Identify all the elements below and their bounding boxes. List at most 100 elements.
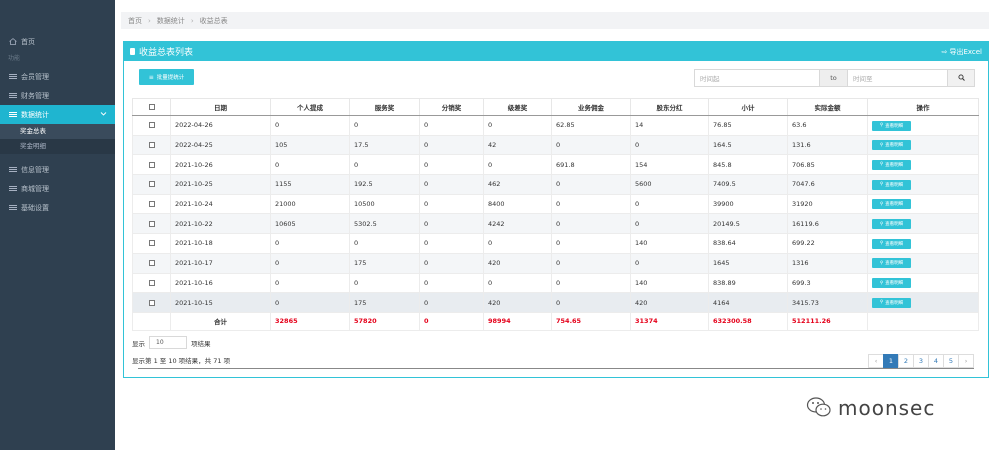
table-cell: 140 — [630, 272, 709, 294]
table-cell: 0 — [270, 272, 350, 294]
select-all-checkbox[interactable] — [132, 98, 171, 116]
table-cell: 0 — [630, 213, 709, 235]
table-cell: 462 — [483, 174, 552, 195]
action-cell: ⚲ 查看明细 — [867, 134, 979, 156]
row-checkbox[interactable] — [132, 134, 171, 156]
table-cell: 0 — [270, 252, 350, 274]
pagination: ‹ 1 2 3 4 5 › — [868, 354, 974, 368]
breadcrumb: 首页 › 数据统计 › 收益总表 — [121, 12, 989, 29]
table-row: 2021-10-16 0 0 0 0 0 140 838.89 699.3 ⚲ 查看明细 — [132, 272, 979, 294]
pagination-page[interactable]: 4 — [928, 354, 944, 368]
sidebar-item-home[interactable]: 首页 — [0, 32, 115, 51]
table-cell: 838.64 — [708, 233, 788, 254]
sidebar-item-settings[interactable]: 基础设置 — [0, 198, 115, 217]
search-icon: ⚲ — [879, 241, 884, 247]
panel-header: 收益总表列表 ⇨ 导出Excel — [124, 42, 988, 61]
sidebar-subitem-bonus-detail[interactable]: 奖金明细 — [0, 139, 115, 154]
row-checkbox[interactable] — [132, 252, 171, 274]
search-button[interactable] — [947, 69, 975, 87]
column-header[interactable]: 个人提成 — [270, 98, 350, 116]
sidebar-item-info[interactable]: 信息管理 — [0, 160, 115, 179]
batch-statistics-button[interactable]: ≡ 批量提统计 — [139, 69, 194, 85]
view-detail-button[interactable]: ⚲ 查看明细 — [872, 159, 911, 170]
table-total-row: 合计 32865 57820 0 98994 754.65 31374 632300.58 51… — [132, 311, 979, 331]
column-header[interactable]: 服务奖 — [349, 98, 420, 116]
table-cell: 5600 — [630, 174, 709, 195]
view-detail-button[interactable]: ⚲ 查看明细 — [872, 219, 911, 230]
table-cell: 175 — [349, 252, 420, 274]
view-detail-button[interactable]: ⚲ 查看明细 — [872, 120, 911, 131]
column-header[interactable]: 日期 — [170, 98, 271, 116]
view-detail-button[interactable]: ⚲ 查看明细 — [872, 238, 911, 249]
pagination-page[interactable]: 2 — [898, 354, 914, 368]
pagination-page[interactable]: 1 — [883, 354, 899, 368]
pagination-page[interactable]: 5 — [943, 354, 959, 368]
view-detail-button[interactable]: ⚲ 查看明细 — [872, 297, 911, 308]
date-from-input[interactable]: 时间起 — [694, 69, 820, 87]
pagination-prev[interactable]: ‹ — [868, 354, 884, 368]
sidebar-item-finance[interactable]: 财务管理 — [0, 86, 115, 105]
column-header[interactable]: 级差奖 — [483, 98, 552, 116]
table-cell: 691.8 — [551, 154, 631, 176]
table-cell: 1316 — [787, 252, 868, 274]
view-detail-button[interactable]: ⚲ 查看明细 — [872, 140, 911, 151]
pagination-next[interactable]: › — [958, 354, 974, 368]
date-range-filter: 时间起 to 时间至 — [694, 69, 975, 87]
sidebar-item-members[interactable]: 会员管理 — [0, 67, 115, 86]
view-detail-button[interactable]: ⚲ 查看明细 — [872, 199, 911, 210]
table-cell: 105 — [270, 134, 350, 156]
export-excel-button[interactable]: ⇨ 导出Excel — [942, 47, 982, 57]
table-cell: 0 — [349, 115, 420, 136]
total-value: 754.65 — [551, 311, 631, 331]
view-detail-button[interactable]: ⚲ 查看明细 — [872, 179, 911, 190]
page-size-select[interactable]: 10 — [149, 336, 187, 349]
row-checkbox[interactable] — [132, 272, 171, 294]
row-checkbox[interactable] — [132, 233, 171, 254]
row-checkbox[interactable] — [132, 193, 171, 215]
table-cell: 0 — [551, 233, 631, 254]
table-cell: 7409.5 — [708, 174, 788, 195]
column-header[interactable]: 业务佣金 — [551, 98, 631, 116]
sidebar-item-statistics[interactable]: 数据统计 — [0, 105, 115, 124]
search-icon: ⚲ — [879, 142, 884, 148]
breadcrumb-home[interactable]: 首页 — [128, 16, 142, 26]
divider — [138, 368, 974, 369]
table-cell: 2021-10-24 — [170, 193, 271, 215]
action-cell: ⚲ 查看明细 — [867, 115, 979, 136]
table-cell: 62.85 — [551, 115, 631, 136]
view-detail-button[interactable]: ⚲ 查看明细 — [872, 258, 911, 269]
row-checkbox[interactable] — [132, 213, 171, 235]
sidebar-item-label: 信息管理 — [21, 165, 49, 174]
table-cell: 0 — [349, 154, 420, 176]
total-value: 0 — [419, 311, 484, 331]
table-cell: 7047.6 — [787, 174, 868, 195]
date-range-separator: to — [820, 69, 847, 87]
breadcrumb-statistics[interactable]: 数据统计 — [157, 16, 185, 26]
column-header[interactable]: 分销奖 — [419, 98, 484, 116]
pagination-page[interactable]: 3 — [913, 354, 929, 368]
table-cell: 0 — [630, 134, 709, 156]
row-checkbox[interactable] — [132, 292, 171, 313]
total-value: 98994 — [483, 311, 552, 331]
column-header[interactable]: 小计 — [708, 98, 788, 116]
sidebar-subitem-bonus-summary[interactable]: 奖金总表 — [0, 124, 115, 139]
table-row: 2021-10-26 0 0 0 0 691.8 154 845.8 706.85 ⚲ 查看明细 — [132, 154, 979, 176]
sidebar-item-shop[interactable]: 商城管理 — [0, 179, 115, 198]
table-header-row: 日期 个人提成 服务奖 分销奖 级差奖 业务佣金 股东分红 小计 实际金额 操作 — [132, 98, 979, 116]
view-detail-button[interactable]: ⚲ 查看明细 — [872, 278, 911, 289]
table-cell: 2021-10-25 — [170, 174, 271, 195]
table-cell: 2021-10-17 — [170, 252, 271, 274]
row-checkbox[interactable] — [132, 174, 171, 195]
table-cell: 845.8 — [708, 154, 788, 176]
row-checkbox[interactable] — [132, 115, 171, 136]
column-header[interactable]: 实际金额 — [787, 98, 868, 116]
income-table: 日期 个人提成 服务奖 分销奖 级差奖 业务佣金 股东分红 小计 实际金额 操作… — [132, 98, 979, 331]
sidebar-item-label: 基础设置 — [21, 203, 49, 212]
column-header[interactable]: 股东分红 — [630, 98, 709, 116]
table-cell: 8400 — [483, 193, 552, 215]
table-cell: 1155 — [270, 174, 350, 195]
table-cell: 140 — [630, 233, 709, 254]
row-checkbox[interactable] — [132, 154, 171, 176]
total-value: 512111.26 — [787, 311, 868, 331]
table-cell: 2021-10-18 — [170, 233, 271, 254]
